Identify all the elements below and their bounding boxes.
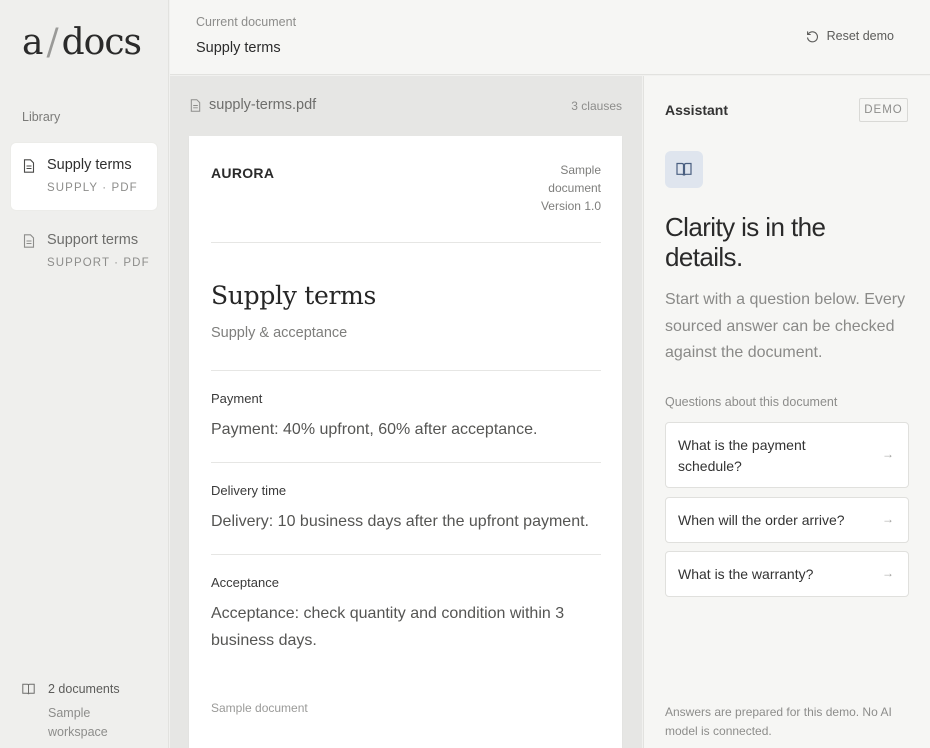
library-label: Library: [22, 110, 61, 124]
assistant-panel: Assistant DEMO Clarity is in the details…: [643, 76, 930, 748]
question-text: What is the warranty?: [678, 566, 814, 582]
logo-slash: /: [46, 22, 58, 63]
question-button-delivery[interactable]: When will the order arrive? →: [665, 497, 909, 543]
arrow-right-icon: →: [882, 447, 894, 461]
clause-heading-delivery: Delivery time: [211, 483, 287, 498]
sidebar-item-title: Supply terms: [47, 157, 132, 173]
logo-a: a: [22, 22, 43, 63]
question-button-payment[interactable]: What is the payment schedule? →: [665, 422, 909, 488]
arrow-right-icon: →: [882, 512, 894, 526]
file-name: supply-terms.pdf: [209, 97, 317, 113]
document-icon: [190, 99, 201, 112]
divider: [211, 554, 601, 555]
viewer-header: supply-terms.pdf 3 clauses: [190, 96, 622, 116]
current-document-title: Supply terms: [196, 40, 281, 56]
sidebar-item-title: Support terms: [47, 232, 139, 248]
document-subtitle: Supply & acceptance: [211, 325, 348, 341]
document-page: AURORA Sample document Version 1.0 Suppl…: [189, 136, 622, 748]
question-text: When will the order arrive?: [678, 512, 845, 528]
sidebar: a / docs Library Supply terms SUPPLY · PDF…: [0, 0, 169, 748]
sidebar-item-support-terms[interactable]: Support terms SUPPORT · PDF: [11, 218, 157, 285]
clause-count: 3 clauses: [571, 99, 622, 113]
document-icon: [23, 234, 35, 248]
clause-text-delivery: Delivery: 10 business days after the upf…: [211, 513, 589, 530]
sidebar-item-supply-terms[interactable]: Supply terms SUPPLY · PDF: [11, 143, 157, 210]
questions-label: Questions about this document: [665, 395, 838, 409]
page-footer: Sample document: [211, 701, 308, 715]
workspace-label: Sample workspace: [48, 706, 108, 739]
arrow-right-icon: →: [882, 566, 894, 580]
clause-text-acceptance: Acceptance: check quantity and condition…: [211, 605, 565, 649]
clause-heading-payment: Payment: [211, 391, 263, 406]
book-icon: [22, 683, 35, 695]
assistant-intro: Start with a question below. Every sourc…: [665, 291, 906, 361]
divider: [211, 462, 601, 463]
document-icon: [23, 159, 35, 173]
question-button-warranty[interactable]: What is the warranty? →: [665, 551, 909, 597]
app-logo[interactable]: a / docs: [22, 22, 142, 63]
document-viewer[interactable]: supply-terms.pdf 3 clauses AURORA Sample…: [170, 76, 642, 748]
assistant-disclaimer: Answers are prepared for this demo. No A…: [665, 705, 892, 738]
reset-demo-label: Reset demo: [826, 29, 894, 43]
clause-heading-acceptance: Acceptance: [211, 575, 279, 590]
assistant-headline: Clarity is in the details.: [665, 212, 826, 272]
sidebar-item-type: SUPPORT · PDF: [47, 257, 150, 269]
logo-docs: docs: [61, 22, 142, 63]
book-icon-tile: [665, 151, 703, 188]
sidebar-item-type: SUPPLY · PDF: [47, 182, 138, 194]
divider: [211, 242, 601, 243]
document-meta-version: Version 1.0: [540, 199, 601, 213]
document-meta: Sample document Version 1.0: [511, 161, 601, 215]
document-title: Supply terms: [211, 281, 377, 310]
document-brand: AURORA: [211, 165, 275, 181]
current-document-label: Current document: [196, 15, 297, 29]
header: Current document Supply terms Reset demo: [170, 0, 930, 75]
question-text: What is the payment schedule?: [678, 437, 806, 474]
reset-demo-button[interactable]: Reset demo: [806, 29, 894, 43]
divider: [211, 370, 601, 371]
demo-badge: DEMO: [859, 98, 908, 122]
clause-text-payment: Payment: 40% upfront, 60% after acceptan…: [211, 421, 538, 438]
reset-icon: [806, 30, 818, 42]
document-count: 2 documents: [48, 682, 120, 696]
book-icon: [676, 162, 692, 176]
document-meta-type: Sample document: [548, 163, 601, 195]
assistant-title: Assistant: [665, 102, 729, 118]
